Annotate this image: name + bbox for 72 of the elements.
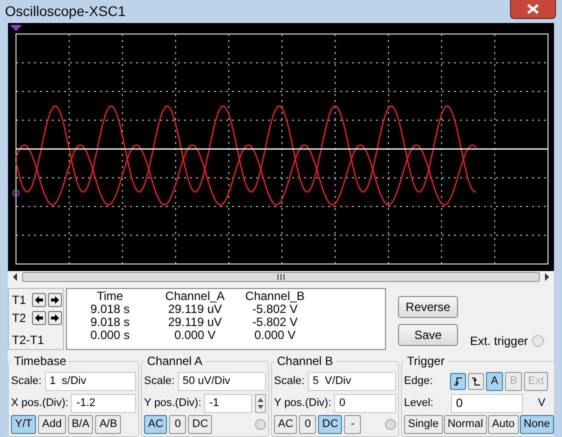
field-label: Level:: [404, 396, 434, 411]
table-cell: 0.000 V: [254, 329, 296, 342]
cursor-label: T2: [12, 311, 28, 325]
toggle-button[interactable]: 0: [299, 415, 316, 434]
toggle-button[interactable]: A/B: [95, 415, 122, 434]
toggle-button[interactable]: 0: [169, 415, 186, 434]
edge-falling-button[interactable]: [468, 372, 484, 390]
close-button[interactable]: [510, 0, 556, 20]
rising-edge-icon: [453, 376, 463, 386]
channel-marker-icon: [12, 189, 20, 196]
table-cell: 0.000 s: [90, 329, 130, 342]
arrow-right-button[interactable]: [48, 293, 62, 307]
table-cell: 29.119 uV: [168, 316, 222, 329]
group-title: Trigger: [406, 353, 446, 370]
table-cell: 9.018 s: [90, 303, 130, 316]
toggle-button[interactable]: AC: [274, 415, 298, 434]
input-field[interactable]: 1 s/Div: [44, 372, 136, 390]
toggle-button[interactable]: DC: [188, 415, 212, 434]
column-header: Channel_A: [165, 290, 225, 303]
close-icon: [527, 4, 539, 14]
input-field[interactable]: -1: [204, 394, 252, 412]
group-title: Channel B: [276, 353, 334, 370]
column-header: Time: [96, 290, 124, 303]
field-label: X pos.(Div):: [11, 396, 68, 411]
toggle-button[interactable]: Normal: [444, 415, 488, 434]
toggle-button[interactable]: Single: [404, 415, 443, 434]
toggle-button[interactable]: Auto: [488, 415, 519, 434]
cursor-marker-icon[interactable]: [10, 24, 22, 31]
falling-edge-icon: [471, 376, 481, 386]
table-cell: -5.802 V: [252, 316, 298, 329]
input-field[interactable]: 0: [451, 394, 523, 412]
unit-label: V: [538, 396, 546, 411]
spinner-control[interactable]: [255, 394, 266, 412]
group-title: Channel A: [146, 353, 204, 370]
toggle-button[interactable]: None: [520, 415, 554, 434]
toggle-button[interactable]: Y/T: [11, 415, 36, 434]
toggle-button[interactable]: DC: [318, 415, 342, 434]
field-label: Scale:: [144, 374, 175, 389]
terminal-icon: [255, 419, 266, 430]
toggle-button[interactable]: A: [486, 372, 503, 390]
field-label: Y pos.(Div):: [274, 396, 332, 411]
arrow-right-button[interactable]: [48, 311, 62, 325]
cursor-label: T1: [12, 293, 28, 307]
save-button[interactable]: Save: [398, 324, 458, 346]
terminal-icon: [385, 419, 396, 430]
input-field[interactable]: 5 V/Div: [308, 372, 396, 390]
column-header: Channel_B: [245, 290, 305, 303]
field-label: Scale:: [274, 374, 305, 389]
ext-trigger-label: Ext. trigger: [470, 333, 528, 350]
field-label: Y pos.(Div):: [144, 396, 202, 411]
table-cell: -5.802 V: [252, 303, 298, 316]
arrow-left-button[interactable]: [32, 311, 46, 325]
toggle-button[interactable]: AC: [144, 415, 168, 434]
reverse-button[interactable]: Reverse: [398, 296, 458, 318]
input-field[interactable]: -1.2: [71, 394, 136, 412]
toggle-button[interactable]: Add: [38, 415, 66, 434]
cursor-label: T2-T1: [12, 333, 44, 347]
field-label: Edge:: [404, 374, 434, 389]
toggle-button[interactable]: B/A: [68, 415, 94, 434]
arrow-left-button[interactable]: [32, 293, 46, 307]
input-field[interactable]: 50 uV/Div: [178, 372, 266, 390]
spinner-arrows-icon: [257, 396, 264, 410]
scroll-right-icon[interactable]: [542, 272, 552, 282]
table-cell: 9.018 s: [90, 316, 130, 329]
input-field[interactable]: 0: [334, 394, 396, 412]
edge-rising-button[interactable]: [450, 372, 466, 390]
window-title: Oscilloscope-XSC1: [5, 2, 126, 21]
table-cell: 29.119 uV: [168, 303, 222, 316]
toggle-button[interactable]: -: [344, 415, 362, 434]
group-title: Timebase: [13, 353, 68, 370]
table-cell: 0.000 V: [174, 329, 216, 342]
field-label: Scale:: [11, 374, 42, 389]
